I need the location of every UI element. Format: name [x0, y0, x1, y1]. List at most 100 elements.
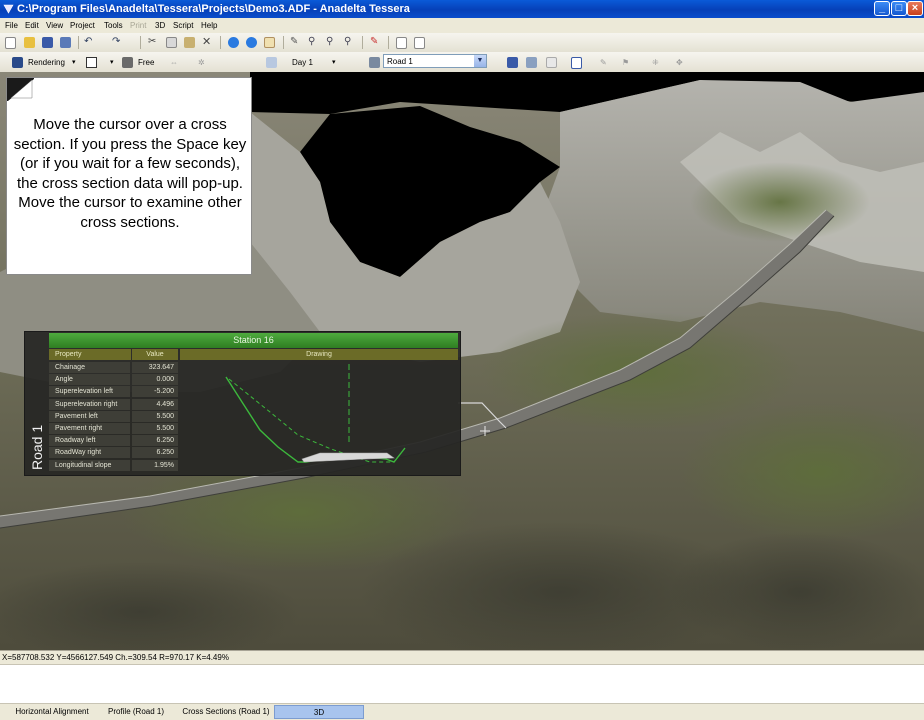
- copy-icon[interactable]: [166, 37, 177, 48]
- chevron-down-icon[interactable]: ▾: [72, 58, 76, 66]
- cut-icon[interactable]: ✂: [148, 37, 159, 48]
- property-cell: Pavement right: [49, 423, 130, 434]
- menu-view[interactable]: View: [46, 21, 63, 30]
- new-icon[interactable]: [5, 37, 16, 49]
- window-title: C:\Program Files\Anadelta\Tessera\Projec…: [17, 3, 410, 15]
- settings-icon[interactable]: ✲: [198, 58, 205, 67]
- separator: [362, 36, 363, 49]
- sun-icon: [266, 57, 277, 68]
- property-cell: Pavement left: [49, 410, 130, 422]
- zoom-out-icon[interactable]: ⚲: [326, 37, 337, 48]
- tools-icon[interactable]: ✎: [370, 37, 381, 48]
- separator: [388, 36, 389, 49]
- pin-icon[interactable]: ⚑: [622, 58, 629, 67]
- chevron-down-icon[interactable]: ▼: [474, 55, 486, 67]
- separator: [140, 36, 141, 49]
- delete-icon[interactable]: ✕: [202, 37, 213, 48]
- frame-icon[interactable]: [86, 57, 97, 68]
- table-row: Pavement right 5.500: [49, 423, 179, 434]
- save-view-icon[interactable]: [507, 57, 518, 68]
- drawing-header: Drawing: [180, 349, 458, 360]
- value-cell: 4.496: [132, 398, 178, 410]
- value-cell: 6.250: [132, 447, 178, 459]
- save-icon[interactable]: [42, 37, 53, 48]
- menu-file[interactable]: File: [5, 21, 18, 30]
- property-cell: Longitudinal slope: [49, 459, 130, 471]
- chevron-down-icon[interactable]: ▾: [110, 58, 114, 66]
- menu-help[interactable]: Help: [201, 21, 217, 30]
- tab-profile[interactable]: Profile (Road 1): [100, 705, 172, 719]
- script-icon[interactable]: [414, 37, 425, 49]
- blank-icon[interactable]: [546, 57, 557, 68]
- instruction-box: Move the cursor over a cross section. If…: [6, 77, 252, 275]
- tab-3d[interactable]: 3D: [274, 705, 364, 719]
- value-header: Value: [132, 349, 178, 360]
- road-select[interactable]: Road 1 ▼: [383, 54, 487, 68]
- menu-script[interactable]: Script: [173, 21, 193, 30]
- property-cell: Chainage: [49, 362, 130, 373]
- print-view-icon[interactable]: [526, 57, 537, 68]
- instruction-text: Move the cursor over a cross section. If…: [13, 116, 247, 231]
- view-toolbar: Rendering ▾ ▾ Free ⇔ ✲ Day 1 ▾ Road 1 ▼ …: [0, 52, 924, 73]
- grid-icon[interactable]: ⁜: [652, 58, 659, 67]
- station-title: Station 16: [49, 333, 458, 348]
- zoom-window-icon[interactable]: ⚲: [344, 37, 355, 48]
- minimize-button[interactable]: _: [874, 1, 890, 16]
- table-row: Pavement left 5.500: [49, 410, 179, 422]
- menu-edit[interactable]: Edit: [25, 21, 39, 30]
- tab-cross-sections[interactable]: Cross Sections (Road 1): [178, 705, 274, 719]
- cross-section-drawing: [225, 364, 406, 463]
- back-icon[interactable]: [228, 37, 239, 48]
- main-toolbar: ↶ ↷ ✂ ✕ ✎ ⚲ ⚲ ⚲ ✎: [0, 33, 924, 53]
- property-cell: Roadway left: [49, 435, 130, 447]
- table-row: Longitudinal slope 1.95%: [49, 459, 179, 471]
- undo-icon[interactable]: ↶: [84, 37, 95, 48]
- value-cell: 323.647: [132, 362, 178, 373]
- menu-tools[interactable]: Tools: [104, 21, 123, 30]
- status-bar: X=587708.532 Y=4566127.549 Ch.=309.54 R=…: [0, 650, 924, 665]
- free-camera-button[interactable]: Free: [138, 58, 154, 67]
- road-select-value: Road 1: [387, 57, 413, 66]
- menu-3d[interactable]: 3D: [155, 21, 165, 30]
- menu-print[interactable]: Print: [130, 21, 146, 30]
- maximize-button[interactable]: □: [891, 1, 907, 16]
- report-icon[interactable]: [571, 57, 582, 69]
- value-cell: 6.250: [132, 435, 178, 447]
- property-header: Property: [49, 349, 131, 360]
- move-icon[interactable]: ✥: [676, 58, 683, 67]
- separator: [283, 36, 284, 49]
- value-cell: 1.95%: [132, 459, 178, 471]
- value-cell: 5.500: [132, 410, 178, 422]
- rendering-button[interactable]: Rendering: [28, 58, 65, 67]
- separator: [78, 36, 79, 49]
- title-bar: C:\Program Files\Anadelta\Tessera\Projec…: [0, 0, 924, 18]
- view-tabs: Horizontal Alignment Profile (Road 1) Cr…: [0, 704, 924, 720]
- close-button[interactable]: ×: [907, 1, 923, 16]
- pencil-icon[interactable]: ✎: [290, 37, 301, 48]
- save-as-icon[interactable]: [60, 37, 71, 48]
- property-cell: Superelevation right: [49, 398, 130, 410]
- swap-icon[interactable]: ⇔: [170, 58, 178, 67]
- separator: [220, 36, 221, 49]
- properties-icon[interactable]: [264, 37, 275, 48]
- road-icon: [369, 57, 380, 68]
- menu-project[interactable]: Project: [70, 21, 95, 30]
- forward-icon[interactable]: [246, 37, 257, 48]
- app-icon: [3, 4, 14, 14]
- chevron-down-icon[interactable]: ▾: [332, 58, 336, 66]
- property-cell: RoadWay right: [49, 447, 130, 459]
- redo-icon[interactable]: ↷: [112, 37, 123, 48]
- table-row: RoadWay right 6.250: [49, 447, 179, 459]
- zoom-in-icon[interactable]: ⚲: [308, 37, 319, 48]
- day-selector[interactable]: Day 1: [292, 58, 313, 67]
- property-cell: Angle: [49, 374, 130, 386]
- road-label: Road 1: [29, 425, 45, 470]
- paste-icon[interactable]: [184, 37, 195, 48]
- document-icon[interactable]: [396, 37, 407, 49]
- open-folder-icon[interactable]: [24, 37, 35, 48]
- table-row: Superelevation left -5.200: [49, 386, 179, 398]
- table-row: Superelevation right 4.496: [49, 398, 179, 410]
- table-row: Roadway left 6.250: [49, 435, 179, 447]
- tab-horizontal-alignment[interactable]: Horizontal Alignment: [4, 705, 100, 719]
- measure-icon[interactable]: ✎: [600, 58, 607, 67]
